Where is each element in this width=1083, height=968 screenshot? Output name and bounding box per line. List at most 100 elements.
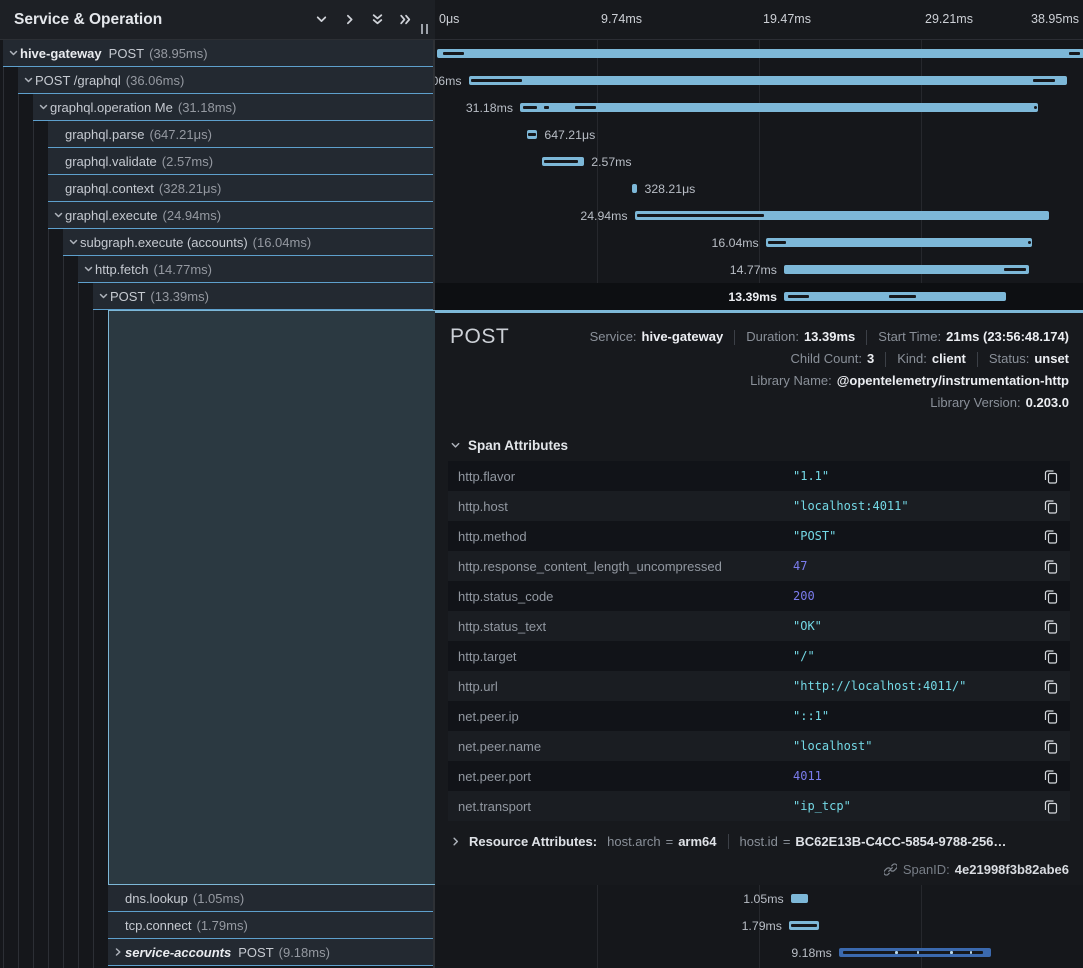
- chevron-down-icon[interactable]: [23, 75, 34, 85]
- span-row-post[interactable]: POST(13.39ms): [93, 283, 433, 310]
- operation-name: POST: [109, 46, 144, 61]
- overview-value: 13.39ms: [804, 328, 855, 346]
- attribute-value: 4011: [793, 769, 1042, 783]
- attribute-row: http.target"/": [448, 641, 1070, 671]
- operation-name: POST: [238, 945, 273, 960]
- service-operation-header: Service & Operation: [0, 0, 435, 40]
- span-row-graphql-execute[interactable]: graphql.execute(24.94ms): [48, 202, 433, 229]
- span-bar[interactable]: [789, 921, 819, 930]
- operation-name: graphql.parse: [65, 127, 145, 142]
- span-duration: (647.21μs): [150, 127, 212, 142]
- resource-attributes-label: Resource Attributes:: [469, 834, 597, 849]
- chevron-down-icon[interactable]: [38, 102, 49, 112]
- copy-icon: [1044, 799, 1058, 814]
- attribute-value: 200: [793, 589, 1042, 603]
- span-bar[interactable]: [791, 894, 808, 903]
- pane-resize-handle[interactable]: [421, 24, 433, 36]
- span-bar[interactable]: [527, 130, 538, 139]
- overview-label: Child Count:: [790, 350, 862, 368]
- span-bar[interactable]: [784, 265, 1029, 274]
- overview-value: unset: [1034, 350, 1069, 368]
- attribute-value: "POST": [793, 529, 1042, 543]
- bar-duration-label: 13.39ms: [728, 290, 777, 304]
- copy-value-button[interactable]: [1042, 707, 1060, 725]
- span-row-graphql-parse[interactable]: graphql.parse (647.21μs): [48, 121, 433, 148]
- chevron-down-icon[interactable]: [53, 210, 64, 220]
- span-row-graphql-operation-me[interactable]: graphql.operation Me(31.18ms): [33, 94, 433, 121]
- span-bar[interactable]: [632, 184, 637, 193]
- span-bar[interactable]: [635, 211, 1049, 220]
- overview-label: Kind:: [897, 350, 927, 368]
- copy-value-button[interactable]: [1042, 467, 1060, 485]
- span-detail-panel: POST Service:hive-gatewayDuration:13.39m…: [435, 310, 1083, 885]
- copy-value-button[interactable]: [1042, 767, 1060, 785]
- copy-value-button[interactable]: [1042, 647, 1060, 665]
- overview-value: @opentelemetry/instrumentation-http: [837, 372, 1069, 390]
- copy-value-button[interactable]: [1042, 497, 1060, 515]
- span-row-post[interactable]: service-accountsPOST(9.18ms): [108, 939, 433, 966]
- service-name: service-accounts: [125, 945, 231, 960]
- span-timeline-row: 647.21μs: [435, 121, 1083, 148]
- attribute-key: net.peer.ip: [458, 709, 793, 724]
- chevron-down-icon[interactable]: [98, 291, 109, 301]
- collapse-all-icon[interactable]: [363, 8, 391, 32]
- span-timeline-row: 328.21μs: [435, 175, 1083, 202]
- resource-key: host.id: [740, 834, 778, 849]
- span-row-tcp-connect[interactable]: tcp.connect(1.79ms): [108, 912, 433, 939]
- span-bar[interactable]: [542, 157, 585, 166]
- bar-duration-label: 14.77ms: [730, 263, 777, 277]
- bar-duration-label: 31.18ms: [466, 101, 513, 115]
- chevron-right-icon: [450, 836, 461, 847]
- copy-value-button[interactable]: [1042, 617, 1060, 635]
- span-duration: (38.95ms): [149, 46, 208, 61]
- copy-icon: [1044, 589, 1058, 604]
- attribute-key: http.host: [458, 499, 793, 514]
- span-row-subgraph-execute-accounts-[interactable]: subgraph.execute (accounts) (16.04ms): [63, 229, 433, 256]
- span-bar[interactable]: [469, 76, 1068, 85]
- span-row-http-fetch[interactable]: http.fetch(14.77ms): [78, 256, 433, 283]
- resource-attributes-row[interactable]: Resource Attributes: host.arch=arm64host…: [450, 834, 1083, 849]
- attribute-value: "localhost": [793, 739, 1042, 753]
- span-duration: (2.57ms): [162, 154, 213, 169]
- copy-value-button[interactable]: [1042, 557, 1060, 575]
- span-timeline-row: 16.04ms: [435, 229, 1083, 256]
- span-row-dns-lookup[interactable]: dns.lookup(1.05ms): [108, 885, 433, 912]
- operation-name: subgraph.execute (accounts): [80, 235, 248, 250]
- link-icon[interactable]: [884, 863, 897, 876]
- span-attributes-header[interactable]: Span Attributes: [450, 438, 1083, 453]
- span-id-value: 4e21998f3b82abe6: [955, 862, 1069, 877]
- axis-tick: 38.95ms: [1031, 12, 1079, 26]
- chevron-down-icon[interactable]: [68, 237, 79, 247]
- span-row-post[interactable]: hive-gatewayPOST(38.95ms): [3, 40, 433, 67]
- expand-all-icon[interactable]: [391, 8, 419, 32]
- copy-value-button[interactable]: [1042, 737, 1060, 755]
- copy-icon: [1044, 679, 1058, 694]
- bar-duration-label: 647.21μs: [544, 128, 595, 142]
- operation-name: graphql.operation Me: [50, 100, 173, 115]
- attribute-row: http.status_text"OK": [448, 611, 1070, 641]
- service-operation-title: Service & Operation: [14, 11, 307, 29]
- attribute-key: http.status_text: [458, 619, 793, 634]
- span-bar[interactable]: [784, 292, 1006, 301]
- expand-one-icon[interactable]: [335, 8, 363, 32]
- collapse-one-icon[interactable]: [307, 8, 335, 32]
- span-duration: (16.04ms): [253, 235, 312, 250]
- span-row-post-graphql[interactable]: POST /graphql(36.06ms): [18, 67, 433, 94]
- copy-value-button[interactable]: [1042, 527, 1060, 545]
- resource-value: arm64: [678, 834, 716, 849]
- copy-value-button[interactable]: [1042, 587, 1060, 605]
- attribute-key: http.status_code: [458, 589, 793, 604]
- chevron-right-icon[interactable]: [113, 947, 124, 957]
- span-row-graphql-context[interactable]: graphql.context(328.21μs): [48, 175, 433, 202]
- span-bar[interactable]: [839, 948, 991, 957]
- copy-value-button[interactable]: [1042, 797, 1060, 815]
- chevron-down-icon[interactable]: [83, 264, 94, 274]
- chevron-down-icon[interactable]: [8, 48, 19, 58]
- operation-name: POST /graphql: [35, 73, 121, 88]
- span-bar[interactable]: [437, 49, 1083, 58]
- span-bar[interactable]: [520, 103, 1038, 112]
- copy-value-button[interactable]: [1042, 677, 1060, 695]
- span-row-graphql-validate[interactable]: graphql.validate(2.57ms): [48, 148, 433, 175]
- attribute-row: http.url"http://localhost:4011/": [448, 671, 1070, 701]
- span-bar[interactable]: [766, 238, 1032, 247]
